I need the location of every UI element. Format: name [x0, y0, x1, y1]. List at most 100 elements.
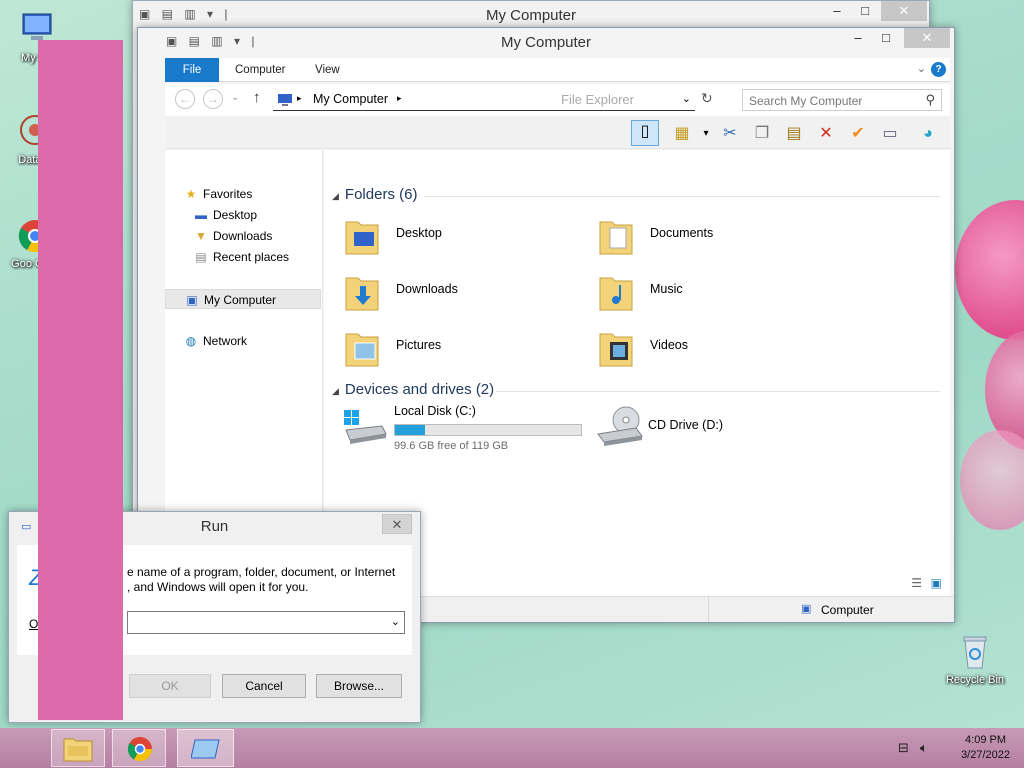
folders-group-header[interactable]: ◢ Folders (6) — [332, 186, 417, 203]
address-hint: File Explorer — [561, 92, 634, 107]
paste-icon[interactable]: ▤ — [783, 123, 805, 145]
folder-tile-music[interactable]: Music — [598, 266, 838, 318]
downloads-folder-icon — [345, 277, 379, 311]
maximize-button[interactable]: □ — [872, 28, 900, 48]
details-view-icon[interactable]: ☰ — [911, 576, 922, 590]
folder-label: Music — [650, 282, 683, 296]
tab-computer[interactable]: Computer — [223, 58, 298, 82]
drive-label: CD Drive (D:) — [648, 418, 723, 432]
folder-tile-documents[interactable]: Documents — [598, 210, 838, 262]
preview-pane-icon[interactable]: ▯ — [631, 120, 659, 146]
search-input[interactable]: Search My Computer ⚲ — [742, 89, 942, 111]
up-arrow-icon[interactable]: ↑ — [253, 89, 261, 106]
close-button[interactable]: ✕ — [904, 28, 950, 48]
group-divider — [424, 196, 940, 197]
drive-usage-fill — [395, 425, 426, 435]
local-disk-icon — [344, 410, 387, 444]
folder-label: Videos — [650, 338, 688, 352]
forward-button[interactable]: → — [203, 89, 223, 109]
breadcrumb-separator-icon: ▸ — [297, 93, 302, 103]
refresh-icon[interactable]: ↻ — [701, 90, 713, 107]
network-icon[interactable]: ⊟ — [898, 740, 909, 756]
folder-tile-downloads[interactable]: Downloads — [344, 266, 584, 318]
copy-icon[interactable]: ❐ — [751, 123, 773, 145]
maximize-button[interactable]: □ — [851, 1, 879, 21]
taskbar: ⊟ 🔈︎ 4:09 PM 3/27/2022 — [0, 728, 1024, 768]
desktop-icon-recycle-bin[interactable]: Recycle Bin — [940, 632, 1010, 686]
folder-label: Downloads — [396, 282, 458, 296]
run-icon — [191, 739, 220, 759]
folder-tile-pictures[interactable]: Pictures — [344, 322, 584, 374]
volume-muted-icon[interactable]: 🔈︎ — [920, 740, 928, 756]
chevron-down-icon[interactable]: ⌄ — [917, 62, 926, 75]
search-icon: ⚲ — [925, 92, 935, 107]
tab-file[interactable]: File — [165, 58, 219, 82]
desktop-folder-icon — [345, 221, 379, 255]
nav-item-label: Network — [203, 334, 248, 348]
drive-label: Local Disk (C:) — [394, 404, 476, 418]
chevron-down-icon[interactable]: ▾ — [695, 123, 717, 145]
breadcrumb[interactable]: My Computer — [313, 92, 388, 106]
network-icon: ◍ — [185, 334, 197, 348]
delete-icon[interactable]: ✕ — [815, 123, 837, 145]
shell-icon[interactable]: ◕ — [917, 123, 939, 145]
cancel-button[interactable]: Cancel — [222, 674, 306, 698]
nav-item-network[interactable]: ◍ Network — [183, 331, 339, 351]
chevron-down-icon[interactable]: ⌄ — [682, 92, 691, 105]
minimize-button[interactable]: – — [823, 1, 851, 21]
window-title: Run — [200, 518, 229, 535]
folder-tile-desktop[interactable]: Desktop — [344, 210, 584, 262]
system-clock[interactable]: 4:09 PM 3/27/2022 — [961, 733, 1010, 763]
properties-icon[interactable]: ▦ — [671, 123, 693, 145]
tab-view[interactable]: View — [303, 58, 352, 82]
nav-item-label: Favorites — [203, 187, 253, 201]
back-button[interactable]: ← — [175, 89, 195, 109]
group-header-label: Folders (6) — [344, 186, 418, 203]
close-button[interactable]: ✕ — [881, 1, 927, 21]
title-bar[interactable]: ▣ ▤ ▥ ▾ | My Computer – □ ✕ — [138, 28, 954, 56]
address-row: ← → ⌄ ↑ ▸ My Computer ▸ File Explorer ⌄ … — [165, 84, 950, 116]
file-explorer-icon — [63, 738, 93, 762]
taskbar-file-explorer[interactable] — [51, 729, 105, 767]
status-location: Computer — [821, 603, 874, 617]
desktop-icon: ▬ — [195, 208, 207, 222]
clock-time: 4:09 PM — [965, 734, 1007, 746]
documents-folder-icon — [599, 221, 633, 255]
browse-button[interactable]: Browse... — [316, 674, 402, 698]
ribbon-tabs: File Computer View ⌄ ? — [165, 58, 950, 82]
recent-places-icon: ▤ — [195, 250, 207, 264]
address-bar[interactable]: ▸ My Computer ▸ File Explorer ⌄ — [273, 89, 695, 111]
folder-tile-videos[interactable]: Videos — [598, 322, 838, 374]
close-button[interactable]: ✕ — [382, 514, 412, 534]
check-icon[interactable]: ✔ — [847, 123, 869, 145]
large-icons-view-icon[interactable]: ▣ — [931, 576, 942, 590]
nav-item-my-computer[interactable]: ▣ My Computer — [165, 289, 321, 309]
nav-item-favorites[interactable]: ★ Favorites — [183, 184, 339, 204]
group-divider — [496, 391, 940, 392]
computer-icon: ▣ — [186, 293, 198, 307]
drives-group-header[interactable]: ◢ Devices and drives (2) — [332, 381, 494, 398]
taskbar-run[interactable] — [177, 729, 234, 767]
ok-button[interactable]: OK — [129, 674, 211, 698]
taskbar-chrome[interactable] — [112, 729, 166, 767]
chevron-down-icon[interactable]: ⌄ — [391, 615, 400, 628]
wallpaper-petal — [955, 200, 1024, 340]
minimize-button[interactable]: – — [844, 28, 872, 48]
drive-tile-c[interactable]: Local Disk (C:) 99.6 GB free of 119 GB — [342, 402, 582, 454]
folder-label: Documents — [650, 226, 714, 240]
pictures-folder-icon — [345, 333, 379, 367]
drive-tile-d[interactable]: CD Drive (D:) — [596, 402, 836, 454]
rename-icon[interactable]: ▭ — [879, 123, 901, 145]
collapse-triangle-icon[interactable]: ◢ — [332, 386, 339, 396]
cut-icon[interactable]: ✂ — [719, 123, 741, 145]
open-combobox[interactable]: ⌄ — [127, 611, 405, 634]
collapse-triangle-icon[interactable]: ◢ — [332, 191, 339, 201]
help-icon[interactable]: ? — [931, 62, 946, 77]
title-bar[interactable]: ▣ ▤ ▥ ▾ | My Computer – □ ✕ — [133, 1, 929, 28]
computer-icon — [278, 94, 292, 106]
chrome-icon — [127, 737, 153, 762]
recent-locations-icon[interactable]: ⌄ — [231, 92, 239, 103]
downloads-folder-icon: ▼ — [195, 229, 207, 243]
folder-label: Pictures — [396, 338, 442, 352]
folder-label: Desktop — [396, 226, 442, 240]
